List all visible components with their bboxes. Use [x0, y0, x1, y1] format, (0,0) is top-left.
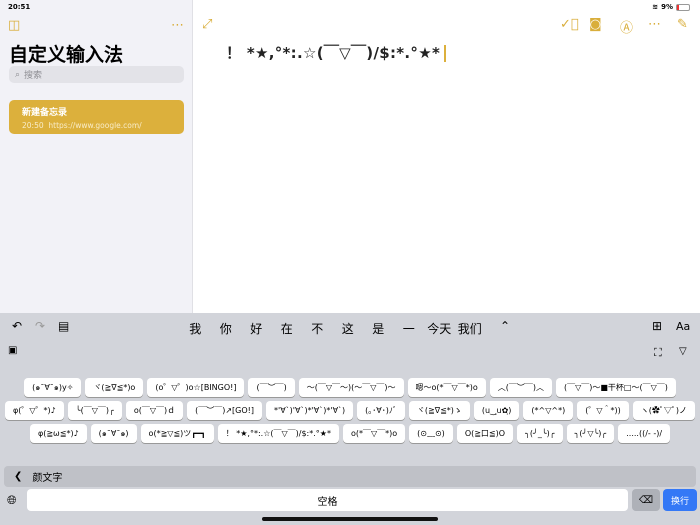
candidate-word[interactable]: 一: [394, 320, 425, 337]
search-icon: ⌕: [15, 69, 21, 80]
paste-icon[interactable]: ▤: [58, 319, 69, 333]
candidate-word[interactable]: 你: [211, 320, 242, 337]
kaomoji-row: (๑¯∀¯๑)y✧ ヾ(≧∇≦*)o (o゜▽゜)o☆[BINGO!] (￣︶￣) ～(…: [0, 378, 700, 397]
kaomoji-key[interactable]: (⊙﹏⊙): [409, 424, 453, 443]
note-text: ！ *★,°*:.☆(￣▽￣)/$:*.°★*: [226, 44, 441, 62]
kaomoji-key[interactable]: o(￣▽￣)ｄ: [125, 401, 184, 420]
kaomoji-key[interactable]: (o゜▽゜)o☆[BINGO!]: [147, 378, 245, 397]
candidate-word[interactable]: 我们: [455, 320, 486, 337]
kaomoji-key[interactable]: φ(≧ω≦*)♪: [29, 424, 87, 443]
fullscreen-icon[interactable]: ⛶: [654, 346, 662, 360]
kaomoji-key[interactable]: o(*≧▽≦)ツ┏━┓: [140, 424, 214, 443]
sidebar-toggle-icon[interactable]: ◫: [8, 18, 20, 33]
kaomoji-key[interactable]: ヾ(≧∇≦*)o: [85, 378, 144, 397]
kaomoji-key[interactable]: (*^▽^*): [523, 401, 574, 420]
kaomoji-key[interactable]: .....((/- -)/: [618, 424, 671, 443]
status-bar: 20:51 ≋ 9%: [0, 0, 700, 14]
delete-key[interactable]: ⌫: [632, 489, 660, 511]
undo-icon[interactable]: ↶: [12, 319, 22, 333]
app-icon[interactable]: ▣: [8, 345, 17, 356]
more-icon[interactable]: ⋯: [171, 18, 184, 33]
kaomoji-key[interactable]: ヽ(✿ﾟ▽ﾟ)ノ: [632, 401, 695, 420]
expand-candidates-icon[interactable]: ⌃: [500, 319, 510, 333]
search-input[interactable]: ⌕ 搜索: [9, 66, 184, 83]
candidate-word[interactable]: 我: [180, 320, 211, 337]
kaomoji-key[interactable]: (u‿ฺu✿ฺ): [473, 401, 520, 420]
battery-percent: 9%: [661, 3, 673, 11]
candidate-word[interactable]: 好: [241, 320, 272, 337]
format-icon[interactable]: Aa: [676, 320, 690, 333]
note-preview: https://www.google.com/: [48, 121, 142, 130]
back-chevron-icon[interactable]: ❮: [14, 471, 22, 482]
kaomoji-key[interactable]: (๑¯∀¯๑)y✧: [24, 378, 82, 397]
battery-icon: [676, 3, 690, 11]
expand-icon[interactable]: ⤢: [202, 17, 212, 32]
keyboard: ↶ ↷ ▤ 我你好在不这是一今天 我们 ⌃ ⊞ Aa ▣ ⛶ ▽ (๑¯∀¯๑)y…: [0, 313, 700, 525]
text-cursor: [444, 45, 447, 62]
note-body[interactable]: ！ *★,°*:.☆(￣▽￣)/$:*.°★*: [226, 42, 447, 63]
kaomoji-key[interactable]: ╰(￣▽￣)╭: [67, 401, 122, 420]
note-title: 新建备忘录: [22, 108, 68, 118]
kaomoji-key[interactable]: ╮(╯_╰)╭: [517, 424, 563, 443]
markup-icon[interactable]: Ⓐ: [620, 17, 633, 36]
kaomoji-key[interactable]: 嗯～o(*￣▽￣*)o: [407, 378, 486, 397]
kaomoji-key[interactable]: ～(￣▽￣～)(～￣▽￣)～: [298, 378, 404, 397]
folder-title: 自定义输入法: [9, 44, 124, 66]
category-label: 颜文字: [32, 473, 63, 484]
note-time: 20:50: [22, 121, 44, 130]
candidate-word[interactable]: 今天: [424, 320, 455, 337]
kaomoji-key[interactable]: (￣▽￣)～■干杯□～(￣▽￣): [555, 378, 676, 397]
search-placeholder: 搜索: [24, 71, 43, 81]
kaomoji-key[interactable]: (゜▽＾*)): [577, 401, 629, 420]
kaomoji-key[interactable]: o(*￣▽￣*)o: [342, 424, 406, 443]
checklist-icon[interactable]: ✓⃝: [560, 17, 579, 32]
category-bar[interactable]: ❮ 颜文字: [4, 466, 696, 487]
space-key[interactable]: 空格: [27, 489, 628, 511]
kaomoji-key[interactable]: ╮(╯▽╰)╭: [566, 424, 615, 443]
return-key[interactable]: 换行: [663, 489, 697, 511]
dismiss-keyboard-icon[interactable]: ▽: [679, 346, 687, 357]
camera-icon[interactable]: ◙: [589, 17, 602, 32]
kaomoji-key[interactable]: (￣︶￣): [248, 378, 295, 397]
candidate-word[interactable]: 在: [272, 320, 303, 337]
candidate-word[interactable]: 这: [333, 320, 364, 337]
kaomoji-key[interactable]: (｡･∀･)ﾉﾞ: [357, 401, 405, 420]
table-icon[interactable]: ⊞: [652, 319, 662, 333]
compose-icon[interactable]: ✎: [677, 17, 688, 32]
redo-icon[interactable]: ↷: [35, 319, 45, 333]
candidate-word[interactable]: 是: [363, 320, 394, 337]
candidate-bar: 我你好在不这是一今天 我们: [180, 320, 485, 337]
more-options-icon[interactable]: ⋯: [648, 17, 661, 32]
kaomoji-key[interactable]: O(≧口≦)O: [456, 424, 514, 443]
kaomoji-key[interactable]: (￣︶￣)↗[GO!]: [187, 401, 262, 420]
kaomoji-key[interactable]: ！ *★,°*:.☆(￣▽￣)/$:*.°★*: [217, 424, 339, 443]
kaomoji-key[interactable]: ヾ(≧∇≦*)ゝ: [408, 401, 470, 420]
wifi-icon: ≋: [652, 3, 659, 11]
sidebar: ◫ ⋯ 自定义输入法 ⌕ 搜索 新建备忘录 20:50 https://www.g…: [0, 0, 193, 313]
kaomoji-key[interactable]: ︿(￣︶￣)︿: [489, 378, 552, 397]
globe-icon[interactable]: 🌐︎: [7, 493, 17, 508]
delete-icon: ⌫: [638, 494, 654, 506]
home-indicator: [262, 517, 438, 521]
kaomoji-row: φ(゜▽゜*)♪ ╰(￣▽￣)╭ o(￣▽￣)ｄ (￣︶￣)↗[GO!] *'∀`)'∀…: [0, 401, 700, 420]
kaomoji-key[interactable]: (๑¯∀¯๑): [90, 424, 137, 443]
kaomoji-row: φ(≧ω≦*)♪ (๑¯∀¯๑) o(*≧▽≦)ツ┏━┓！ *★,°*:.☆(￣▽￣…: [0, 424, 700, 443]
clock: 20:51: [8, 3, 31, 11]
kaomoji-key[interactable]: *'∀`)'∀`)*'∀`)*'∀`): [266, 401, 354, 420]
candidate-word[interactable]: 不: [302, 320, 333, 337]
note-list-item[interactable]: 新建备忘录 20:50 https://www.google.com/: [9, 100, 184, 134]
kaomoji-key[interactable]: φ(゜▽゜*)♪: [5, 401, 64, 420]
